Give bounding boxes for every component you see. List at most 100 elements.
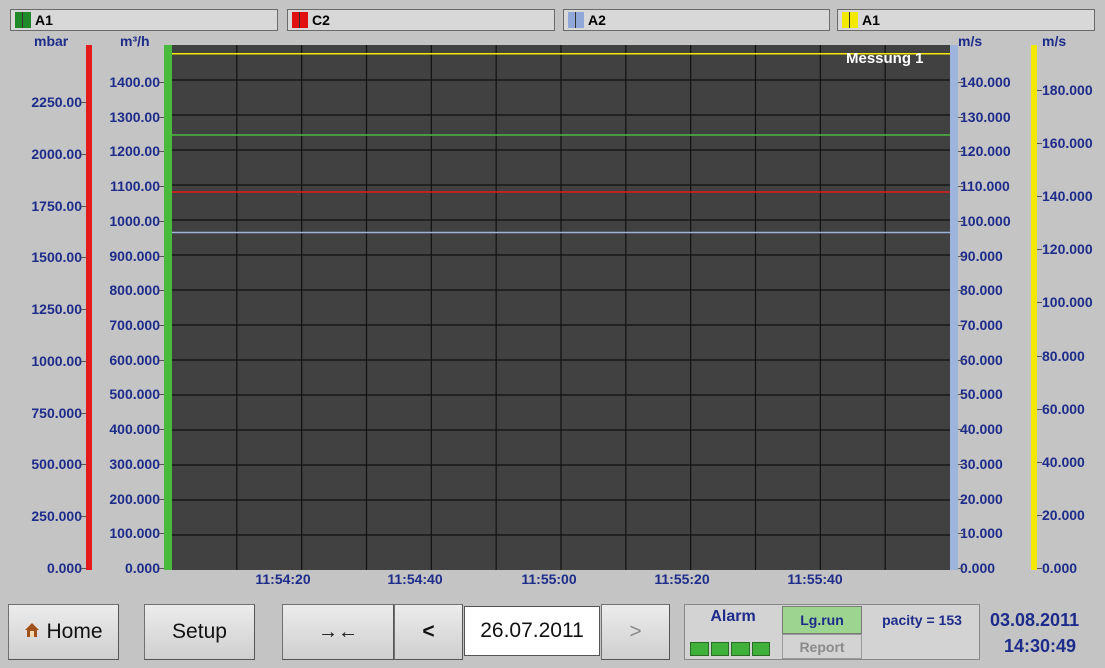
tick-label: 120.000: [1042, 241, 1093, 258]
axis-right1-unit: m/s: [958, 33, 983, 49]
tick-label: 80.000: [960, 282, 1003, 299]
tick-label: 1200.00: [109, 143, 160, 160]
channel-4-swatch: [842, 12, 858, 28]
tick-label: 40.000: [960, 421, 1003, 438]
current-date: 03.08.2011: [990, 610, 1080, 630]
tick-mark: [958, 463, 963, 465]
axis-left2-bar: [164, 45, 172, 570]
home-label: Home: [46, 620, 103, 643]
channel-3-label: A2: [588, 12, 606, 28]
tick-label: 1400.00: [109, 74, 160, 90]
alarm-label: Alarm: [710, 608, 756, 625]
tick-label: 1750.00: [31, 197, 82, 214]
tick-label: 60.000: [1042, 400, 1085, 417]
current-time: 14:30:49: [1004, 636, 1077, 656]
tick-label: 2000.00: [31, 145, 82, 162]
time-label: 11:55:00: [521, 571, 577, 587]
tick-mark: [1037, 408, 1042, 410]
tick-label: 500.000: [109, 386, 160, 403]
tick-mark: [159, 325, 164, 326]
tick-label: 90.000: [960, 247, 1003, 264]
tick-mark: [1037, 568, 1042, 569]
tick-label: 2250.00: [31, 94, 82, 110]
channel-1-swatch: [15, 12, 31, 28]
tick-label: 1100.00: [110, 178, 160, 195]
tick-mark: [1037, 90, 1042, 91]
channel-1-label: A1: [35, 12, 53, 28]
tick-label: 0.000: [124, 560, 160, 576]
tick-label: 100.000: [1042, 294, 1093, 311]
date-field[interactable]: 26.07.2011: [464, 606, 600, 656]
axis-right2-unit: m/s: [1042, 33, 1067, 49]
tick-label: 140.000: [1042, 188, 1093, 205]
logger-run-status[interactable]: Lg.run: [782, 606, 862, 634]
time-label: 11:55:20: [654, 571, 710, 587]
tick-mark: [159, 533, 164, 535]
time-label: 11:55:40: [787, 571, 843, 587]
tick-mark: [159, 359, 164, 361]
tick-mark: [1037, 302, 1042, 304]
tick-mark: [958, 568, 963, 569]
tick-label: 250.000: [31, 508, 82, 525]
tick-label: 100.000: [109, 525, 160, 542]
tick-label: 160.000: [1042, 135, 1093, 152]
tick-label: 1500.00: [31, 249, 82, 266]
channel-2-label: C2: [312, 12, 330, 28]
tick-mark: [159, 255, 164, 257]
channel-2[interactable]: C2: [287, 9, 555, 31]
setup-button[interactable]: Setup: [144, 604, 255, 660]
axis-right2-bar: [1031, 45, 1037, 570]
alarm-indicator[interactable]: [690, 642, 770, 656]
tick-mark: [1037, 355, 1042, 357]
tick-label: 40.000: [1042, 453, 1085, 470]
tick-mark: [958, 82, 963, 83]
tick-mark: [1037, 196, 1042, 198]
tick-mark: [958, 290, 963, 292]
tick-label: 20.000: [1042, 506, 1085, 523]
tick-label: 1300.00: [109, 108, 160, 125]
time-label: 11:54:40: [387, 571, 443, 587]
alarm-led: [710, 642, 729, 656]
tick-mark: [159, 220, 164, 222]
tick-mark: [958, 498, 963, 500]
next-day-button[interactable]: >: [601, 604, 670, 660]
tick-mark: [1037, 143, 1042, 145]
tick-label: 70.000: [960, 317, 1003, 333]
tick-mark: [958, 533, 963, 535]
time-label: 11:54:20: [255, 571, 311, 587]
measurement-label: Messung 1: [846, 50, 924, 67]
channel-3[interactable]: A2: [563, 9, 830, 31]
tick-label: 180.000: [1042, 82, 1093, 98]
channel-1[interactable]: A1: [10, 9, 278, 31]
tick-label: 500.000: [31, 456, 82, 473]
axis-right1-bar: [950, 45, 958, 570]
tick-label: 60.000: [960, 351, 1003, 368]
tick-mark: [81, 412, 86, 414]
tick-mark: [958, 429, 963, 431]
tick-label: 400.000: [109, 421, 160, 438]
channel-4[interactable]: A1: [837, 9, 1095, 31]
tick-label: 800.000: [109, 282, 160, 299]
tick-label: 750.000: [31, 404, 82, 421]
tick-mark: [159, 151, 164, 153]
tick-mark: [159, 290, 164, 292]
tick-mark: [958, 325, 963, 326]
tick-mark: [958, 359, 963, 361]
zoom-reset-button[interactable]: →←: [282, 604, 394, 660]
tick-label: 1000.00: [109, 212, 160, 229]
channel-4-label: A1: [862, 12, 880, 28]
tick-label: 50.000: [960, 386, 1003, 403]
tick-mark: [159, 568, 164, 569]
home-button[interactable]: Home: [8, 604, 119, 660]
report-button[interactable]: Report: [782, 634, 862, 659]
tick-label: 30.000: [960, 455, 1003, 472]
tick-label: 300.000: [109, 455, 160, 472]
axis-left1-unit: mbar: [34, 33, 69, 49]
prev-day-button[interactable]: <: [394, 604, 463, 660]
tick-mark: [958, 151, 963, 153]
channel-2-swatch: [292, 12, 308, 28]
tick-label: 20.000: [960, 490, 1003, 507]
tick-mark: [958, 394, 963, 396]
tick-label: 700.000: [109, 317, 160, 333]
tick-label: 1250.00: [31, 301, 82, 318]
